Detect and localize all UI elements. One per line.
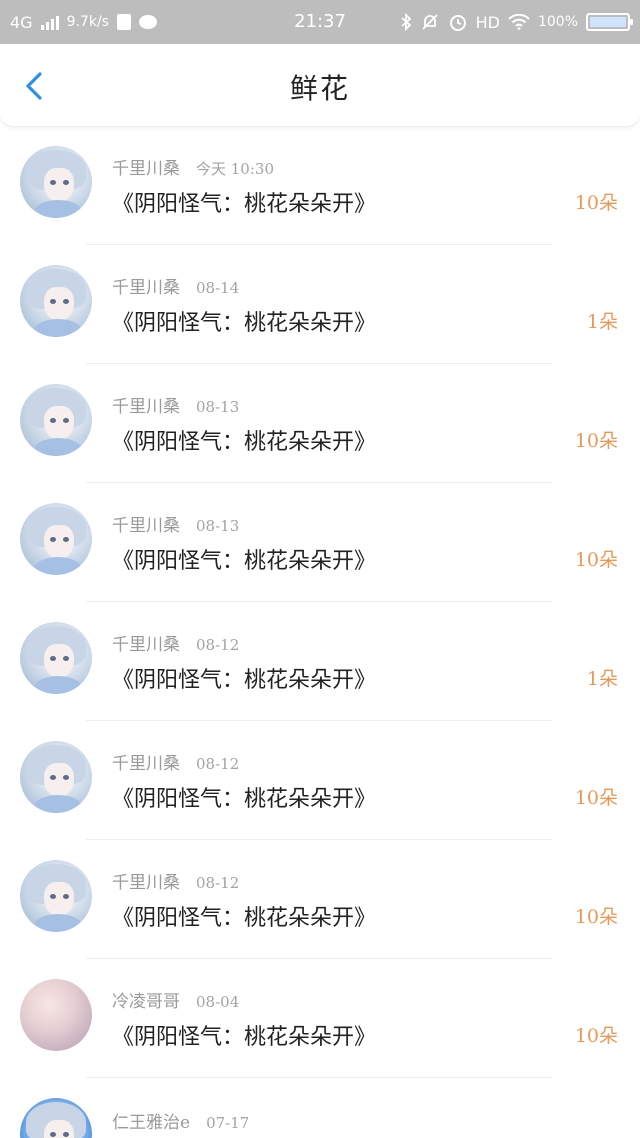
username[interactable]: 千里川桑	[112, 635, 180, 655]
alarm-icon	[449, 15, 466, 31]
work-title[interactable]: 《阴阳怪气：桃花朵朵开》	[112, 305, 376, 337]
username[interactable]: 千里川桑	[112, 516, 180, 536]
timestamp: 今天 10:30	[196, 160, 274, 178]
timestamp: 08-12	[196, 636, 240, 654]
username[interactable]: 千里川桑	[112, 397, 180, 417]
username[interactable]: 千里川桑	[112, 873, 180, 893]
flower-count: 1朵	[586, 311, 618, 333]
avatar[interactable]	[20, 503, 92, 575]
battery-icon	[586, 13, 633, 31]
list-item[interactable]: 仁王雅治e 07-17	[0, 1078, 640, 1138]
timestamp: 08-13	[196, 398, 240, 416]
item-meta: 千里川桑 08-14	[112, 273, 239, 298]
list-item[interactable]: 千里川桑 08-13 《阴阳怪气：桃花朵朵开》 10朵	[0, 364, 640, 483]
item-meta: 仁王雅治e 07-17	[112, 1108, 249, 1133]
username[interactable]: 冷凌哥哥	[112, 992, 180, 1012]
list-item[interactable]: 冷凌哥哥 08-04 《阴阳怪气：桃花朵朵开》 10朵	[0, 959, 640, 1078]
username[interactable]: 千里川桑	[112, 278, 180, 298]
timestamp: 07-17	[206, 1114, 250, 1132]
work-title[interactable]: 《阴阳怪气：桃花朵朵开》	[112, 781, 376, 813]
status-bar: 4G 9.7k/s 21:37 HD 100%	[0, 0, 640, 44]
timestamp: 08-13	[196, 517, 240, 535]
flower-count: 1朵	[586, 668, 618, 690]
item-meta: 千里川桑 08-12	[112, 868, 239, 893]
flower-count: 10朵	[574, 1025, 618, 1047]
timestamp: 08-14	[196, 279, 240, 297]
work-title[interactable]: 《阴阳怪气：桃花朵朵开》	[112, 424, 376, 456]
flower-count: 10朵	[574, 549, 618, 571]
list-item[interactable]: 千里川桑 08-14 《阴阳怪气：桃花朵朵开》 1朵	[0, 245, 640, 364]
username[interactable]: 千里川桑	[112, 159, 180, 179]
avatar[interactable]	[20, 146, 92, 218]
flower-count: 10朵	[574, 430, 618, 452]
timestamp: 08-12	[196, 874, 240, 892]
flower-count: 10朵	[574, 787, 618, 809]
status-right: HD 100%	[400, 0, 633, 44]
avatar[interactable]	[20, 860, 92, 932]
work-title[interactable]: 《阴阳怪气：桃花朵朵开》	[112, 1019, 376, 1051]
bluetooth-icon	[401, 13, 411, 31]
wifi-icon	[508, 14, 530, 30]
timestamp: 08-12	[196, 755, 240, 773]
list-item[interactable]: 千里川桑 08-12 《阴阳怪气：桃花朵朵开》 10朵	[0, 840, 640, 959]
list-item[interactable]: 千里川桑 08-12 《阴阳怪气：桃花朵朵开》 1朵	[0, 602, 640, 721]
avatar[interactable]	[20, 1098, 92, 1138]
battery-percent: 100%	[537, 14, 578, 30]
page-title: 鲜花	[289, 72, 350, 105]
avatar[interactable]	[20, 384, 92, 456]
avatar[interactable]	[20, 265, 92, 337]
work-title[interactable]: 《阴阳怪气：桃花朵朵开》	[112, 662, 376, 694]
mute-bell-icon	[421, 14, 438, 30]
list-item[interactable]: 千里川桑 08-13 《阴阳怪气：桃花朵朵开》 10朵	[0, 483, 640, 602]
item-meta: 千里川桑 08-12	[112, 630, 239, 655]
list-item[interactable]: 千里川桑 今天 10:30 《阴阳怪气：桃花朵朵开》 10朵	[0, 126, 640, 245]
timestamp: 08-04	[196, 993, 240, 1011]
work-title[interactable]: 《阴阳怪气：桃花朵朵开》	[112, 186, 376, 218]
flower-count: 10朵	[574, 906, 618, 928]
item-meta: 千里川桑 08-13	[112, 392, 239, 417]
username[interactable]: 仁王雅治e	[112, 1113, 190, 1133]
item-meta: 千里川桑 08-13	[112, 511, 239, 536]
item-meta: 冷凌哥哥 08-04	[112, 987, 239, 1012]
avatar[interactable]	[20, 979, 92, 1051]
list-item[interactable]: 千里川桑 08-12 《阴阳怪气：桃花朵朵开》 10朵	[0, 721, 640, 840]
item-meta: 千里川桑 今天 10:30	[112, 154, 274, 179]
nav-header: 鲜花	[0, 44, 640, 127]
hd-indicator: HD	[475, 12, 500, 32]
flower-count: 10朵	[574, 192, 618, 214]
username[interactable]: 千里川桑	[112, 754, 180, 774]
avatar[interactable]	[20, 622, 92, 694]
work-title[interactable]: 《阴阳怪气：桃花朵朵开》	[112, 543, 376, 575]
avatar[interactable]	[20, 741, 92, 813]
item-meta: 千里川桑 08-12	[112, 749, 239, 774]
flower-gift-list: 千里川桑 今天 10:30 《阴阳怪气：桃花朵朵开》 10朵 千里川桑 08-14 …	[0, 126, 640, 1138]
work-title[interactable]: 《阴阳怪气：桃花朵朵开》	[112, 900, 376, 932]
